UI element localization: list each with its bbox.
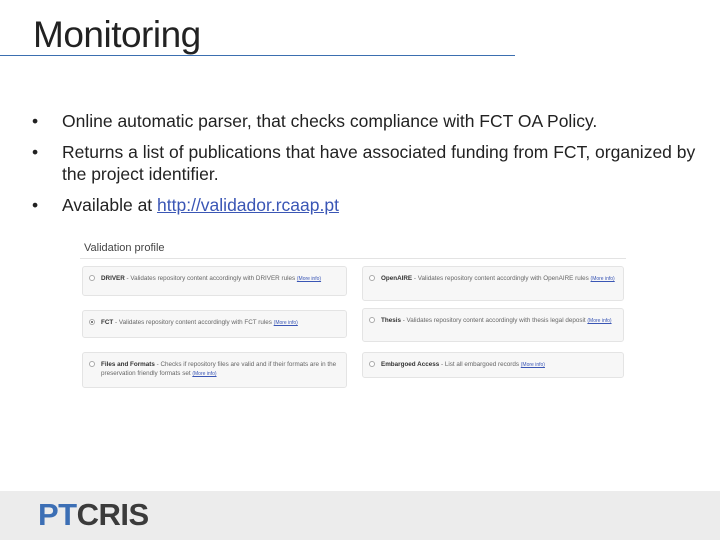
option-name: Thesis <box>381 317 401 324</box>
profile-option-files-formats[interactable]: Files and Formats - Checks if repository… <box>82 352 347 388</box>
panel-title: Validation profile <box>84 242 165 254</box>
radio-button[interactable] <box>89 361 95 367</box>
option-name: DRIVER <box>101 275 125 282</box>
panel-divider <box>80 258 626 259</box>
logo-text-pt: PT <box>38 497 77 532</box>
option-desc: - Validates repository content according… <box>124 275 297 282</box>
bullet-item: • Available at http://validador.rcaap.pt <box>32 194 712 216</box>
bullet-text: Returns a list of publications that have… <box>62 142 696 184</box>
bullet-item: • Returns a list of publications that ha… <box>32 141 712 185</box>
title-underline <box>0 55 515 56</box>
option-name: Embargoed Access <box>381 361 440 368</box>
radio-button[interactable] <box>369 275 375 281</box>
more-info-link[interactable]: (More info) <box>297 276 321 282</box>
option-desc: - Validates repository content according… <box>412 275 591 282</box>
option-name: FCT <box>101 319 114 326</box>
radio-button-selected[interactable] <box>89 319 95 325</box>
bullet-dot: • <box>32 142 39 162</box>
profile-option-embargoed[interactable]: Embargoed Access - List all embargoed re… <box>362 352 624 378</box>
profile-option-driver[interactable]: DRIVER - Validates repository content ac… <box>82 266 347 296</box>
option-name: OpenAIRE <box>381 275 413 282</box>
profile-option-openaire[interactable]: OpenAIRE - Validates repository content … <box>362 266 624 301</box>
more-info-link[interactable]: (More info) <box>521 362 545 368</box>
validator-link[interactable]: http://validador.rcaap.pt <box>157 195 339 215</box>
bullet-dot: • <box>32 195 39 215</box>
more-info-link[interactable]: (More info) <box>587 318 611 324</box>
validation-profile-panel: Validation profile DRIVER - Validates re… <box>80 242 630 392</box>
more-info-link[interactable]: (More info) <box>192 371 216 377</box>
more-info-link[interactable]: (More info) <box>274 320 298 326</box>
option-name: Files and Formats <box>101 361 155 368</box>
more-info-link[interactable]: (More info) <box>591 276 615 282</box>
bullet-text: Available at <box>62 195 158 215</box>
profile-option-thesis[interactable]: Thesis - Validates repository content ac… <box>362 308 624 342</box>
profile-option-fct[interactable]: FCT - Validates repository content accor… <box>82 310 347 338</box>
radio-button[interactable] <box>369 361 375 367</box>
radio-button[interactable] <box>89 275 95 281</box>
bullet-dot: • <box>32 111 39 131</box>
ptcris-logo: PTCRIS <box>38 497 149 533</box>
bullet-text: Online automatic parser, that checks com… <box>62 111 598 131</box>
bullet-item: • Online automatic parser, that checks c… <box>32 110 712 132</box>
option-desc: - Validates repository content according… <box>400 317 588 324</box>
option-desc: - Validates repository content according… <box>113 319 274 326</box>
logo-text-cris: CRIS <box>76 497 150 532</box>
option-desc: - List all embargoed records <box>439 361 521 368</box>
bullet-list: • Online automatic parser, that checks c… <box>32 110 712 225</box>
slide-title: Monitoring <box>33 14 201 55</box>
radio-button[interactable] <box>369 317 375 323</box>
